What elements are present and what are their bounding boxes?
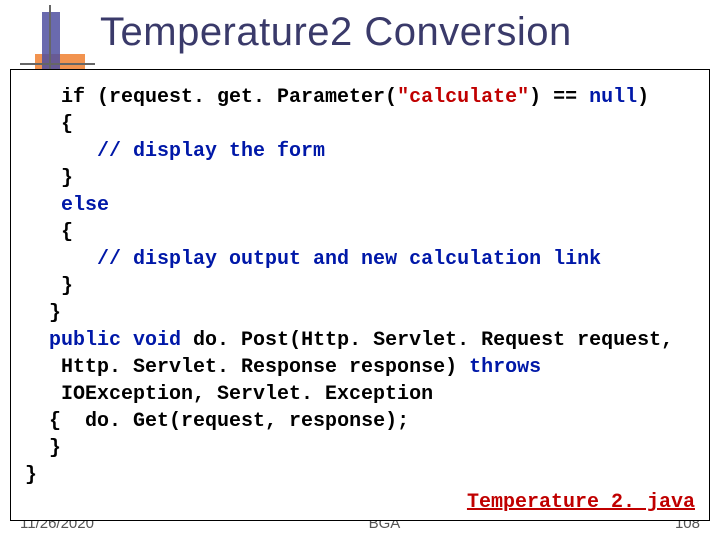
slide-title: Temperature2 Conversion xyxy=(100,10,720,55)
code-box: if (request. get. Parameter("calculate")… xyxy=(10,69,710,521)
code-content: if (request. get. Parameter("calculate")… xyxy=(25,84,695,489)
file-link[interactable]: Temperature 2. java xyxy=(25,491,695,514)
